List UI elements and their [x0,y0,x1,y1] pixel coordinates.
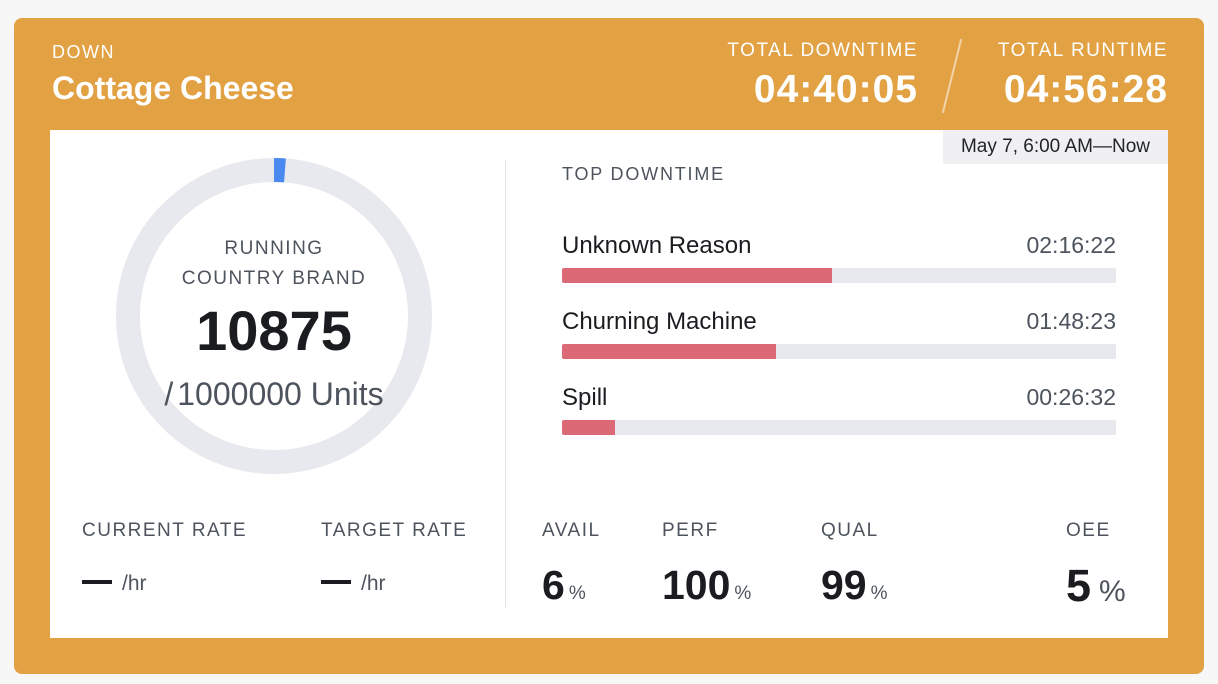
total-runtime-label: TOTAL RUNTIME [997,40,1168,61]
downtime-bar-fill [562,268,832,283]
header-divider [941,38,963,114]
production-progress-donut: RUNNING COUNTRY BRAND 10875 /1000000 Uni… [114,156,434,476]
total-downtime-value: 04:40:05 [753,68,918,111]
running-sku-label: RUNNING COUNTRY BRAND [181,238,367,289]
availability-value: 6 [542,562,565,608]
downtime-bar [562,268,1116,283]
downtime-bar [562,420,1116,435]
target-rate: TARGET RATE /hr [321,520,467,596]
target-rate-empty-dash [321,580,351,584]
availability-unit: % [568,583,586,604]
units-produced: 10875 [196,299,352,362]
oee-value: 5 [1066,560,1092,611]
availability-label: AVAIL [542,520,601,541]
oee-metric: OEE 5% [1066,520,1126,612]
downtime-duration: 01:48:23 [1026,308,1116,334]
downtime-duration: 00:26:32 [1026,384,1116,410]
downtime-reason: Spill [562,384,608,411]
downtime-item[interactable]: Churning Machine 01:48:23 [562,308,1116,384]
performance-unit: % [734,583,752,604]
performance-label: PERF [662,520,719,541]
target-rate-label: TARGET RATE [321,520,468,541]
oee-unit: % [1099,575,1126,608]
availability-metric: AVAIL 6% [542,520,601,609]
current-rate: CURRENT RATE /hr [82,520,247,596]
quality-value: 99 [821,562,867,608]
performance-value: 100 [662,562,731,608]
downtime-bar-fill [562,420,615,435]
total-downtime: TOTAL DOWNTIME 04:40:05 [727,40,918,112]
current-rate-label: CURRENT RATE [82,520,248,541]
units-target: /1000000 Units [114,376,434,413]
line-status: DOWN [52,42,115,62]
current-rate-empty-dash [82,580,112,584]
units-target-value: 1000000 Units [177,376,384,412]
product-title: Cottage Cheese [52,70,294,106]
total-runtime-value: 04:56:28 [1003,68,1168,111]
quality-metric: QUAL 99% [821,520,888,609]
line-detail-panel: May 7, 6:00 AM—Now RUNNING COUNTRY BRAND… [50,130,1168,638]
downtime-reason: Unknown Reason [562,232,752,259]
performance-metric: PERF 100% [662,520,751,609]
oee-label: OEE [1066,520,1111,541]
units-target-slash: / [164,376,174,412]
panel-divider [505,160,506,608]
downtime-duration: 02:16:22 [1026,232,1116,258]
downtime-bar-fill [562,344,777,359]
downtime-item[interactable]: Spill 00:26:32 [562,384,1116,460]
line-status-card[interactable]: DOWN Cottage Cheese TOTAL DOWNTIME 04:40… [14,18,1204,674]
top-downtime-title: TOP DOWNTIME [562,164,725,184]
downtime-bar [562,344,1116,359]
time-range-badge[interactable]: May 7, 6:00 AM—Now [942,130,1168,164]
quality-unit: % [870,583,888,604]
target-rate-unit: /hr [361,572,386,595]
total-runtime: TOTAL RUNTIME 04:56:28 [998,40,1168,112]
current-rate-unit: /hr [122,572,147,595]
downtime-reason: Churning Machine [562,308,757,335]
top-downtime-list: Unknown Reason 02:16:22 Churning Machine… [562,232,1116,460]
total-downtime-label: TOTAL DOWNTIME [727,40,918,61]
quality-label: QUAL [821,520,879,541]
downtime-item[interactable]: Unknown Reason 02:16:22 [562,232,1116,308]
